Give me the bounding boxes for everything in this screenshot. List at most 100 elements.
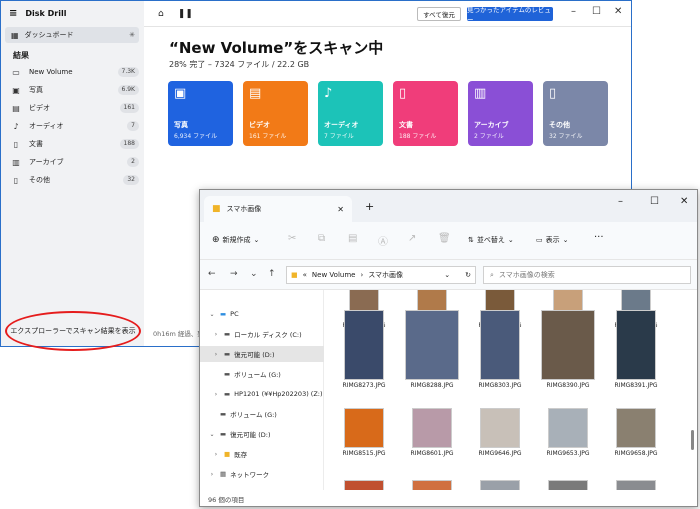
copy-icon[interactable]: ⧉ (318, 233, 325, 244)
file-item[interactable]: RIMG8601.JPG (402, 408, 462, 457)
category-tile[interactable]: ▥ アーカイブ 2 ファイル (468, 81, 533, 146)
scrollbar[interactable] (690, 290, 696, 490)
expand-chevron-icon[interactable]: ⌄ (208, 311, 216, 318)
file-item[interactable]: RIMG8390.JPG (538, 310, 598, 389)
cut-icon[interactable]: ✂ (288, 233, 296, 244)
expand-chevron-icon[interactable]: ⌄ (208, 431, 216, 438)
expand-chevron-icon[interactable]: › (212, 351, 220, 358)
hamburger-menu-icon[interactable]: ≡ (9, 8, 17, 19)
category-label: その他 (29, 176, 50, 184)
delete-icon[interactable]: 🗑 (438, 233, 451, 244)
sidebar-item-category[interactable]: ▯ その他 32 (11, 172, 139, 188)
file-item[interactable]: RIMG8273.JPG (334, 310, 394, 389)
file-item[interactable]: RIMG9658.JPG (606, 408, 666, 457)
nav-item[interactable]: ▬ ボリューム (G:) (200, 406, 324, 422)
image-thumbnail (616, 408, 656, 448)
more-options-icon[interactable]: ··· (594, 232, 604, 243)
file-item[interactable]: RIMG9653.JPG (538, 408, 598, 457)
fe-minimize-icon[interactable]: – (618, 196, 623, 207)
fe-close-icon[interactable]: ✕ (680, 196, 688, 207)
search-input[interactable]: ⌕ スマホ画像の検索 (483, 266, 691, 284)
nav-label: ボリューム (G:) (234, 371, 281, 379)
tile-name: 文書 (399, 121, 413, 129)
view-button[interactable]: ▭ 表示 ⌄ (536, 235, 569, 245)
sidebar-item-category[interactable]: ▣ 写真 6.9K (11, 82, 139, 98)
search-placeholder: スマホ画像の検索 (498, 271, 555, 279)
sidebar-item-category[interactable]: ▤ ビデオ 161 (11, 100, 139, 116)
nav-item[interactable]: › ▬ ローカル ディスク (C:) (200, 326, 324, 342)
nav-item[interactable]: ⌄ ▬ 復元可能 (D:) (200, 426, 324, 442)
category-tile[interactable]: ▯ 文書 188 ファイル (393, 81, 458, 146)
sort-button[interactable]: ⇅ 並べ替え ⌄ (468, 235, 514, 245)
expand-chevron-icon[interactable]: › (212, 331, 220, 338)
sidebar-item-category[interactable]: ▥ アーカイブ 2 (11, 154, 139, 170)
breadcrumb-folder[interactable]: スマホ画像 (368, 270, 403, 280)
expand-chevron-icon[interactable]: › (212, 391, 220, 398)
tile-icon: ▯ (549, 86, 557, 101)
back-icon[interactable]: ← (208, 269, 216, 279)
nav-label: 復元可能 (D:) (230, 431, 271, 439)
close-icon[interactable]: ✕ (614, 6, 622, 17)
category-tile[interactable]: ♪ オーディオ 7 ファイル (318, 81, 383, 146)
paste-icon[interactable]: ▤ (348, 233, 357, 244)
up-icon[interactable]: ↑ (268, 269, 276, 279)
nav-item[interactable]: › ▬ 復元可能 (D:) (200, 346, 324, 362)
tab-phone-images[interactable]: ■ スマホ画像 ✕ (204, 196, 352, 222)
disk-icon: ▬ (220, 430, 227, 438)
rename-icon[interactable]: Ⓐ (378, 233, 388, 248)
nav-item[interactable]: ⌄ ▬ PC (200, 306, 324, 322)
sidebar-item-category[interactable]: ▯ 文書 188 (11, 136, 139, 152)
expand-chevron-icon[interactable]: › (212, 451, 220, 458)
address-bar[interactable]: ■ « New Volume › スマホ画像 ⌄ ↻ (286, 266, 476, 284)
recent-chevron-icon[interactable]: ⌄ (250, 269, 258, 279)
forward-icon[interactable]: → (230, 269, 238, 279)
category-tile[interactable]: ▯ その他 32 ファイル (543, 81, 608, 146)
refresh-icon[interactable]: ↻ (465, 271, 471, 279)
file-item[interactable]: RIMG8288.JPG (402, 310, 462, 389)
fe-maximize-icon[interactable]: ☐ (650, 196, 659, 207)
nav-item[interactable]: › ▬ HP1201 (¥¥Hp202203) (Z:) (200, 386, 324, 402)
tile-icon: ▥ (474, 86, 487, 101)
category-tile[interactable]: ▣ 写真 6,934 ファイル (168, 81, 233, 146)
disk-icon: ▬ (224, 350, 231, 358)
file-grid: RIMG7059.JPGRIMG7792.JPGRIMG7816.JPGRIMG… (326, 290, 686, 490)
expand-chevron-icon[interactable]: › (208, 471, 216, 478)
new-tab-icon[interactable]: + (365, 200, 374, 213)
maximize-icon[interactable]: ☐ (592, 6, 601, 17)
nav-item[interactable]: › ■ 既存 (200, 446, 324, 462)
home-icon[interactable]: ⌂ (158, 9, 164, 19)
elapsed-status: 0h16m 経過、残 (153, 330, 204, 338)
disk-icon: ▬ (224, 370, 231, 378)
minimize-icon[interactable]: – (571, 6, 576, 17)
sidebar-item-dashboard[interactable]: ▦ ダッシュボード ✳ (5, 27, 139, 43)
nav-item[interactable]: ▬ ボリューム (G:) (200, 366, 324, 382)
file-item[interactable]: RIMG8391.JPG (606, 310, 666, 389)
folder-icon: ■ (291, 271, 298, 279)
nav-label: PC (230, 310, 239, 318)
tile-name: オーディオ (324, 121, 359, 129)
pause-icon[interactable]: ❚❚ (178, 9, 193, 19)
breadcrumb-volume[interactable]: New Volume (312, 271, 356, 279)
address-row: ← → ⌄ ↑ ■ « New Volume › スマホ画像 ⌄ ↻ ⌕ スマホ… (200, 260, 697, 290)
category-count: 2 (127, 157, 139, 167)
sidebar-item-category[interactable]: ♪ オーディオ 7 (11, 118, 139, 134)
tab-close-icon[interactable]: ✕ (337, 205, 344, 214)
new-button[interactable]: ⊕ 新規作成 ⌄ (212, 235, 259, 245)
photo-icon: ▣ (12, 85, 20, 95)
recover-all-button[interactable]: すべて復元 (417, 7, 461, 21)
sidebar-item-category[interactable]: ▭ New Volume 7.3K (11, 64, 139, 80)
scrollbar-thumb[interactable] (691, 430, 694, 450)
category-tile[interactable]: ▤ ビデオ 161 ファイル (243, 81, 308, 146)
image-thumbnail (344, 408, 384, 448)
category-label: ビデオ (29, 104, 50, 112)
file-item[interactable]: RIMG9646.JPG (470, 408, 530, 457)
file-item[interactable]: RIMG8303.JPG (470, 310, 530, 389)
image-thumbnail (480, 310, 520, 380)
nav-item[interactable]: › ▦ ネットワーク (200, 466, 324, 482)
address-dropdown-icon[interactable]: ⌄ (444, 271, 450, 279)
file-item[interactable]: RIMG8515.JPG (334, 408, 394, 457)
video-icon: ▤ (12, 103, 20, 113)
review-found-items-button[interactable]: 見つかったアイテムのレビュー (467, 6, 553, 24)
spinner-icon: ✳ (129, 31, 135, 39)
share-icon[interactable]: ↗ (408, 233, 416, 244)
